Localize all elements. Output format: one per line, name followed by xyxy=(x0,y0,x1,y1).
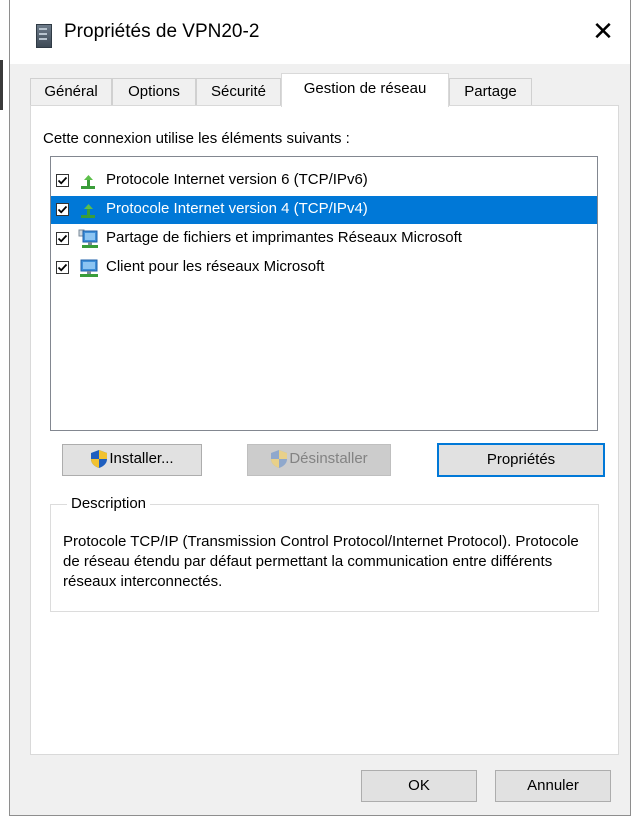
background-window-edge xyxy=(0,0,5,818)
item-label: Protocole Internet version 6 (TCP/IPv6) xyxy=(106,171,368,188)
properties-dialog: Propriétés de VPN20-2 ✕ Général Options … xyxy=(9,0,631,816)
list-item-ipv4[interactable]: Protocole Internet version 4 (TCP/IPv4) xyxy=(51,196,597,224)
description-text: Protocole TCP/IP (Transmission Control P… xyxy=(63,533,579,590)
components-label: Cette connexion utilise les éléments sui… xyxy=(43,130,350,147)
list-item-ms-client[interactable]: Client pour les réseaux Microsoft xyxy=(51,254,597,282)
properties-button[interactable]: Propriétés xyxy=(437,443,605,477)
network-service-icon xyxy=(78,229,98,248)
checkbox-ipv4[interactable] xyxy=(56,203,69,216)
cancel-button[interactable]: Annuler xyxy=(495,770,611,802)
ok-button[interactable]: OK xyxy=(361,770,477,802)
uninstall-button[interactable]: Désinstaller xyxy=(247,444,391,476)
uac-shield-icon xyxy=(91,450,108,468)
description-title: Description xyxy=(67,495,151,512)
networking-panel: Cette connexion utilise les éléments sui… xyxy=(30,105,619,755)
tab-networking[interactable]: Gestion de réseau xyxy=(281,73,449,107)
tab-options[interactable]: Options xyxy=(112,78,196,106)
close-button[interactable]: ✕ xyxy=(576,0,630,64)
network-client-icon xyxy=(80,259,98,277)
list-item-file-sharing[interactable]: Partage de fichiers et imprimantes Résea… xyxy=(51,225,597,253)
install-label: Installer... xyxy=(109,450,174,467)
uninstall-label: Désinstaller xyxy=(289,450,368,467)
background-window-strip xyxy=(0,60,3,110)
tab-sharing[interactable]: Partage xyxy=(449,78,532,106)
item-label: Client pour les réseaux Microsoft xyxy=(106,258,325,275)
properties-label: Propriétés xyxy=(486,451,556,468)
install-button[interactable]: Installer... xyxy=(62,444,202,476)
protocol-icon xyxy=(81,204,95,218)
protocol-icon xyxy=(81,175,95,189)
tab-security[interactable]: Sécurité xyxy=(196,78,281,106)
window-title: Propriétés de VPN20-2 xyxy=(64,21,260,42)
item-label: Protocole Internet version 4 (TCP/IPv4) xyxy=(106,200,368,217)
uac-shield-icon xyxy=(271,450,288,468)
title-bar[interactable]: Propriétés de VPN20-2 ✕ xyxy=(10,0,630,64)
checkbox-file-sharing[interactable] xyxy=(56,232,69,245)
checkbox-ms-client[interactable] xyxy=(56,261,69,274)
connection-icon xyxy=(36,24,52,48)
item-label: Partage de fichiers et imprimantes Résea… xyxy=(106,229,462,246)
list-item-ipv6[interactable]: Protocole Internet version 6 (TCP/IPv6) xyxy=(51,167,597,195)
components-list[interactable]: Protocole Internet version 6 (TCP/IPv6) … xyxy=(50,156,598,431)
tab-general[interactable]: Général xyxy=(30,78,112,106)
checkbox-ipv6[interactable] xyxy=(56,174,69,187)
